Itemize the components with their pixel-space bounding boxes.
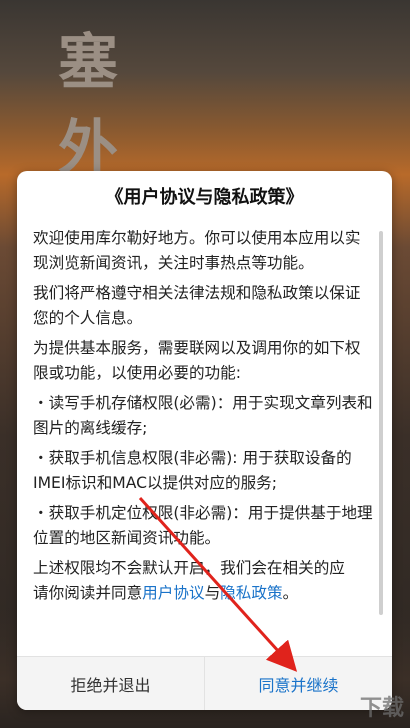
background-title-char: 塞	[58, 28, 118, 98]
permissions-intro: 为提供基本服务，需要联网以及调用你的如下权限或功能，以使用必要的功能:	[33, 339, 361, 382]
user-agreement-link[interactable]: 用户协议	[142, 584, 204, 602]
dialog-title: 《用户协议与隐私政策》	[105, 187, 304, 208]
commitment-paragraph: 我们将严格遵守相关法律法规和隐私政策以保证您的个人信息。	[33, 284, 361, 327]
background-title: 塞 外	[58, 20, 118, 192]
content-scrollbar[interactable]	[379, 231, 383, 615]
permission-phone-info: ・获取手机信息权限(非必需): 用于获取设备的IMEI标识和MAC以提供对应的服…	[33, 449, 352, 492]
privacy-dialog: 《用户协议与隐私政策》 欢迎使用库尔勒好地方。你可以使用本应用以实现浏览新闻资讯…	[17, 171, 392, 710]
watermark-logo: 下载	[322, 684, 404, 728]
permission-storage: ・读写手机存储权限(必需)：用于实现文章列表和图片的离线缓存;	[33, 394, 373, 437]
and-text: 与	[204, 584, 221, 602]
reject-and-exit-button[interactable]: 拒绝并退出	[17, 657, 205, 710]
closing-text-2: 请你阅读并同意	[33, 584, 143, 602]
period-text: 。	[282, 584, 299, 602]
closing-text: 上述权限均不会默认开启，我们会在相关的应	[33, 559, 345, 577]
intro-paragraph: 欢迎使用库尔勒好地方。你可以使用本应用以实现浏览新闻资讯，关注时事热点等功能。	[33, 229, 361, 272]
permission-location: ・获取手机定位权限(非必需)：用于提供基于地理位置的地区新闻资讯功能。	[33, 504, 373, 547]
closing-paragraph: 上述权限均不会默认开启，我们会在相关的应 请你阅读并同意用户协议与隐私政策。	[33, 556, 374, 606]
privacy-policy-link[interactable]: 隐私政策	[220, 584, 282, 602]
watermark-text: 下载	[359, 696, 404, 721]
dialog-content[interactable]: 欢迎使用库尔勒好地方。你可以使用本应用以实现浏览新闻资讯，关注时事热点等功能。 …	[33, 226, 374, 658]
